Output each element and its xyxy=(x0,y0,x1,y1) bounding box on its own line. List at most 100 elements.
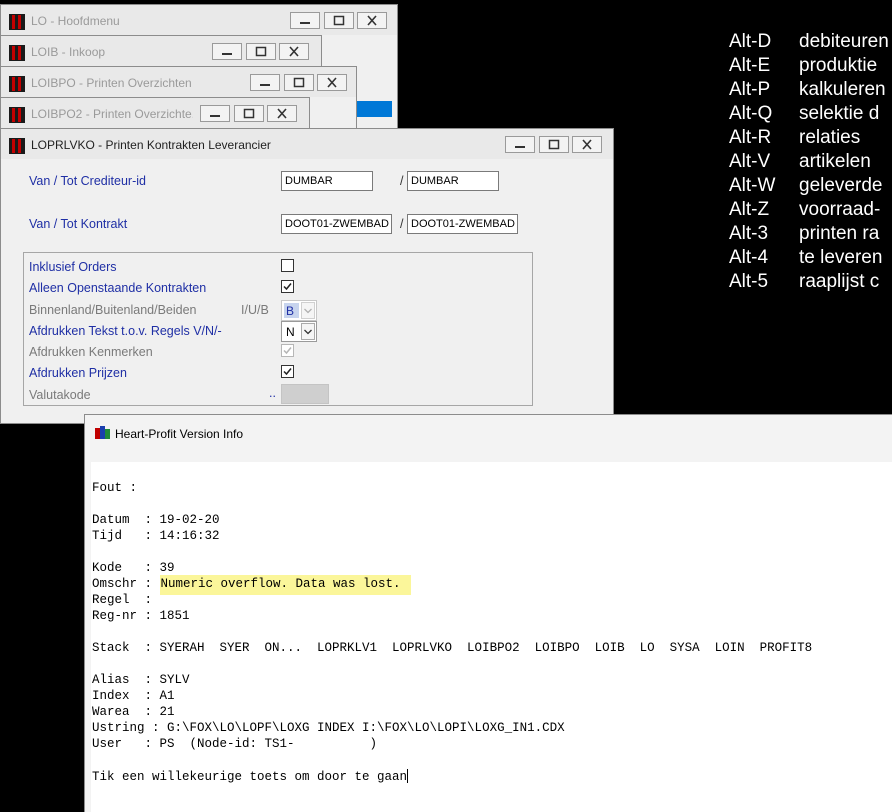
maximize-button[interactable] xyxy=(234,105,264,122)
valutakode-label: Valutakode xyxy=(29,388,91,402)
alt-shortcut-key: Alt-P xyxy=(729,79,771,100)
continue-prompt: Tik een willekeurige toets om door te ga… xyxy=(92,770,408,784)
console-regnr: Reg-nr : 1851 xyxy=(92,609,190,623)
close-button[interactable] xyxy=(317,74,347,91)
console-ustring: Ustring : G:\FOX\LO\LOPF\LOXG INDEX I:\F… xyxy=(92,721,565,735)
hoofdmenu-titlebar[interactable]: LO - Hoofdmenu xyxy=(1,5,397,35)
version-info-titlebar[interactable]: Heart-Profit Version Info xyxy=(85,415,892,451)
alt-shortcut-desc: produktie xyxy=(799,55,878,76)
text-cursor xyxy=(407,769,409,783)
alt-shortcut-key: Alt-3 xyxy=(729,223,769,244)
binnenland-value: B xyxy=(286,304,295,318)
close-button[interactable] xyxy=(357,12,387,29)
alt-shortcut-desc: raaplijst c xyxy=(799,271,880,292)
app-icon xyxy=(9,76,25,92)
error-message: Numeric overflow. Data was lost. xyxy=(159,575,411,595)
window-title: LO - Hoofdmenu xyxy=(31,14,120,28)
minimize-button[interactable] xyxy=(505,136,535,153)
close-button[interactable] xyxy=(572,136,602,153)
alt-shortcut-key: Alt-W xyxy=(729,175,776,196)
binnenland-hint: I/U/B xyxy=(241,303,269,317)
alt-shortcut-desc: kalkuleren xyxy=(799,79,886,100)
minimize-button[interactable] xyxy=(290,12,320,29)
console-fout: Fout : xyxy=(92,481,138,495)
console-tijd: Tijd : 14:16:32 xyxy=(92,529,220,543)
app-icon xyxy=(95,426,111,441)
kontrakt-from-field[interactable]: DOOT01-ZWEMBAD xyxy=(281,214,392,234)
window-title: LOIBPO2 - Printen Overzichte... xyxy=(31,107,193,121)
valutakode-dots: .. xyxy=(269,386,276,400)
kontrakt-separator: / xyxy=(400,217,404,231)
window-title: Heart-Profit Version Info xyxy=(115,427,244,441)
alleen-openstaande-label: Alleen Openstaande Kontrakten xyxy=(29,281,207,295)
valutakode-field[interactable] xyxy=(281,384,329,404)
app-icon xyxy=(9,14,25,30)
afdrukken-tekst-select[interactable]: N xyxy=(281,321,317,342)
alt-shortcut-desc: selektie d xyxy=(799,103,880,124)
alt-shortcut-desc: voorraad- xyxy=(799,199,881,220)
printen-overzichten-titlebar[interactable]: LOIBPO - Printen Overzichten xyxy=(1,67,356,97)
alt-shortcut-desc: relaties xyxy=(799,127,861,148)
alt-shortcut-desc: te leveren xyxy=(799,247,883,268)
console-datum: Datum : 19-02-20 xyxy=(92,513,220,527)
binnenland-select[interactable]: B xyxy=(281,300,317,321)
alt-shortcut-desc: debiteuren xyxy=(799,31,889,52)
crediteur-from-field[interactable]: DUMBAR xyxy=(281,171,373,191)
kontrakt-to-field[interactable]: DOOT01-ZWEMBAD xyxy=(407,214,518,234)
minimize-button[interactable] xyxy=(200,105,230,122)
afdrukken-prijzen-label: Afdrukken Prijzen xyxy=(29,366,127,380)
dropdown-button[interactable] xyxy=(301,323,315,340)
console-warea: Warea : 21 xyxy=(92,705,175,719)
afdrukken-kenmerken-checkbox[interactable] xyxy=(281,344,294,357)
crediteur-separator: / xyxy=(400,174,404,188)
alt-shortcut-key: Alt-5 xyxy=(729,271,769,292)
printen-overzichten2-titlebar[interactable]: LOIBPO2 - Printen Overzichte... xyxy=(1,98,309,128)
app-icon xyxy=(9,107,25,123)
selected-row[interactable] xyxy=(356,101,392,117)
maximize-button[interactable] xyxy=(324,12,354,29)
error-console: Fout : Datum : 19-02-20 Tijd : 14:16:32 … xyxy=(91,462,892,812)
alt-shortcut-desc: printen ra xyxy=(799,223,880,244)
alt-shortcut-key: Alt-4 xyxy=(729,247,769,268)
minimize-button[interactable] xyxy=(250,74,280,91)
console-stack: Stack : SYERAH SYER ON... LOPRKLV1 LOPRL… xyxy=(92,641,813,655)
console-omschr: Omschr : Numeric overflow. Data was lost… xyxy=(92,575,411,595)
alt-shortcut-desc: artikelen xyxy=(799,151,871,172)
minimize-button[interactable] xyxy=(212,43,242,60)
console-user: User : PS (Node-id: TS1- ) xyxy=(92,737,378,751)
alt-shortcut-desc: geleverde xyxy=(799,175,883,196)
maximize-button[interactable] xyxy=(246,43,276,60)
close-button[interactable] xyxy=(267,105,297,122)
console-prompt: Tik een willekeurige toets om door te ga… xyxy=(92,769,409,784)
dropdown-button[interactable] xyxy=(301,302,315,319)
inklusief-orders-checkbox[interactable] xyxy=(281,259,294,272)
console-index: Index : A1 xyxy=(92,689,175,703)
app-icon xyxy=(9,138,25,154)
printen-kontrakten-titlebar[interactable]: LOPRLVKO - Printen Kontrakten Leverancie… xyxy=(1,129,613,159)
printen-kontrakten-window[interactable]: LOPRLVKO - Printen Kontrakten Leverancie… xyxy=(0,128,614,424)
console-alias: Alias : SYLV xyxy=(92,673,190,687)
binnenland-label: Binnenland/Buitenland/Beiden xyxy=(29,303,197,317)
alt-shortcut-key: Alt-Q xyxy=(729,103,773,124)
app-icon xyxy=(9,45,25,61)
crediteur-to-field[interactable]: DUMBAR xyxy=(407,171,499,191)
afdrukken-tekst-value: N xyxy=(286,325,295,339)
close-button[interactable] xyxy=(279,43,309,60)
crediteur-label: Van / Tot Crediteur-id xyxy=(29,174,146,188)
alt-shortcut-key: Alt-E xyxy=(729,55,771,76)
alt-shortcut-key: Alt-R xyxy=(729,127,772,148)
alt-shortcut-key: Alt-D xyxy=(729,31,772,52)
console-regel: Regel : xyxy=(92,593,153,607)
inkoop-titlebar[interactable]: LOIB - Inkoop xyxy=(1,36,321,66)
console-kode: Kode : 39 xyxy=(92,561,175,575)
options-group: Inklusief Orders Alleen Openstaande Kont… xyxy=(23,252,533,406)
alleen-openstaande-checkbox[interactable] xyxy=(281,280,294,293)
window-title: LOPRLVKO - Printen Kontrakten Leverancie… xyxy=(31,138,271,152)
afdrukken-prijzen-checkbox[interactable] xyxy=(281,365,294,378)
omschr-label: Omschr : xyxy=(92,577,160,591)
window-title: LOIB - Inkoop xyxy=(31,45,106,59)
maximize-button[interactable] xyxy=(539,136,569,153)
afdrukken-tekst-label: Afdrukken Tekst t.o.v. Regels V/N/- xyxy=(29,324,222,338)
maximize-button[interactable] xyxy=(284,74,314,91)
kontrakt-label: Van / Tot Kontrakt xyxy=(29,217,128,231)
